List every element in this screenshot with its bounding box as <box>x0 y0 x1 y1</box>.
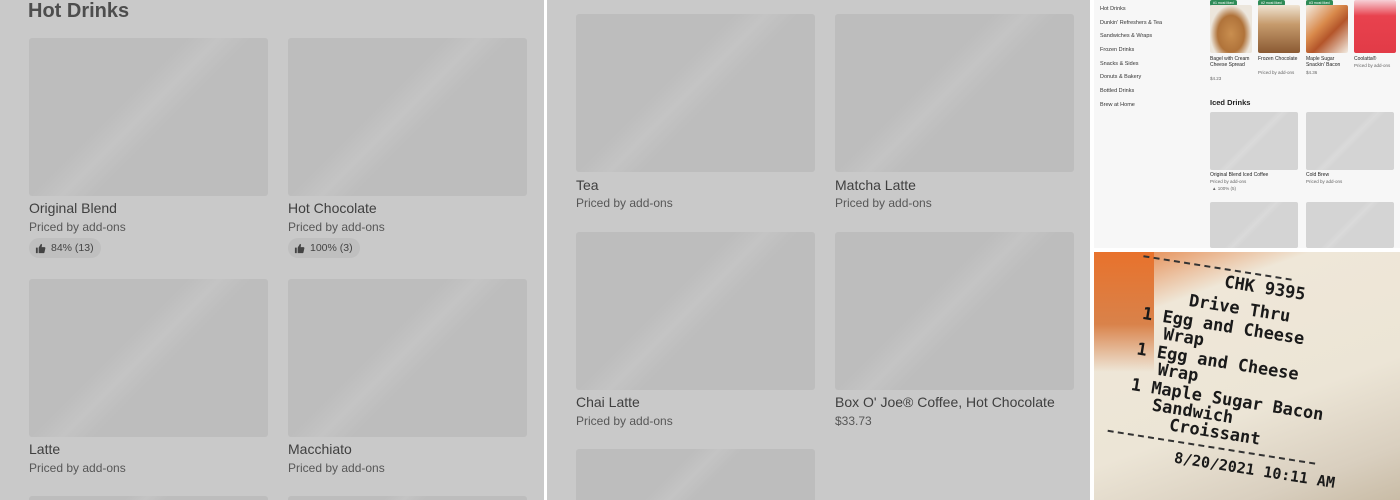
item-image-latte[interactable] <box>29 279 268 437</box>
item-price: Priced by add-ons <box>288 461 385 475</box>
sidebar-item[interactable]: Brew at Home <box>1100 102 1135 108</box>
sidebar-item[interactable]: Bottled Drinks <box>1100 88 1134 94</box>
sidebar-item[interactable]: Hot Drinks <box>1100 6 1126 12</box>
item-price: Priced by add-ons <box>288 220 385 234</box>
item-image-partial[interactable] <box>1210 202 1298 248</box>
item-image-partial[interactable] <box>1306 202 1394 248</box>
item-price: $33.73 <box>835 414 872 428</box>
item-name[interactable]: Original Blend Iced Coffee <box>1210 172 1300 178</box>
item-name[interactable]: Original Blend <box>29 200 117 216</box>
drinks-panel: Tea Priced by add-ons Matcha Latte Price… <box>547 0 1090 500</box>
item-image-partial[interactable] <box>288 496 527 500</box>
item-name[interactable]: Bagel with Cream Cheese Spread <box>1210 56 1254 68</box>
item-name[interactable]: Cold Brew <box>1306 172 1396 178</box>
item-name[interactable]: Tea <box>576 177 599 193</box>
item-name[interactable]: Box O' Joe® Coffee, Hot Chocolate <box>835 394 1055 410</box>
receipt-photo-panel: CHK 9395 Drive Thru 1 Egg and Cheese Wra… <box>1094 252 1400 500</box>
item-price: $4.36 <box>1306 70 1318 75</box>
thumbs-up-icon <box>294 243 305 253</box>
item-image-hot-chocolate[interactable] <box>288 38 527 196</box>
item-price: Priced by add-ons <box>1210 179 1247 184</box>
rating-text: 84% (13) <box>51 242 94 254</box>
item-name[interactable]: Chai Latte <box>576 394 640 410</box>
sidebar-item[interactable]: Sandwiches & Wraps <box>1100 33 1152 39</box>
item-image-cold-brew[interactable] <box>1306 112 1394 170</box>
sidebar-item[interactable]: Dunkin' Refreshers & Tea <box>1100 20 1162 26</box>
item-name[interactable]: Coolatta® <box>1354 56 1398 62</box>
item-name[interactable]: Hot Chocolate <box>288 200 377 216</box>
hot-drinks-panel: Hot Drinks Original Blend Priced by add-… <box>0 0 544 500</box>
section-heading: Iced Drinks <box>1210 98 1251 107</box>
frozen-chocolate-image[interactable] <box>1258 5 1300 53</box>
coolatta-image[interactable] <box>1354 0 1396 53</box>
item-price: Priced by add-ons <box>576 196 673 210</box>
thumbs-up-icon: ▲ <box>1212 186 1217 191</box>
item-name[interactable]: Macchiato <box>288 441 352 457</box>
item-price: Priced by add-ons <box>576 414 673 428</box>
rating-badge: 84% (13) <box>29 238 101 258</box>
bagel-image[interactable] <box>1210 5 1252 53</box>
app-screenshot-panel: Hot Drinks Dunkin' Refreshers & Tea Sand… <box>1094 0 1400 248</box>
sidebar-item[interactable]: Frozen Drinks <box>1100 47 1134 53</box>
sidebar-item[interactable]: Donuts & Bakery <box>1100 74 1141 80</box>
rating-text: 100% (5) <box>1217 186 1236 191</box>
item-name[interactable]: Frozen Chocolate <box>1258 56 1298 62</box>
item-image-partial[interactable] <box>576 449 815 500</box>
item-image-box-o-joe[interactable] <box>835 232 1074 390</box>
item-image-chai-latte[interactable] <box>576 232 815 390</box>
section-title: Hot Drinks <box>28 0 130 22</box>
item-name[interactable]: Latte <box>29 441 60 457</box>
item-image-partial[interactable] <box>29 496 268 500</box>
item-price: Priced by add-ons <box>29 220 126 234</box>
rating-badge: 100% (3) <box>288 238 360 258</box>
item-image-original-blend[interactable] <box>29 38 268 196</box>
screenshot-collage: Hot Drinks Original Blend Priced by add-… <box>0 0 1400 500</box>
item-price: $4.23 <box>1210 76 1222 81</box>
sidebar-item[interactable]: Snacks & Sides <box>1100 61 1139 67</box>
rating-text: 100% (3) <box>310 242 353 254</box>
item-image-macchiato[interactable] <box>288 279 527 437</box>
bacon-image[interactable] <box>1306 5 1348 53</box>
item-price: Priced by add-ons <box>1258 70 1295 75</box>
item-name[interactable]: Maple Sugar Snackin' Bacon <box>1306 56 1350 68</box>
item-price: Priced by add-ons <box>835 196 932 210</box>
item-image-iced-coffee[interactable] <box>1210 112 1298 170</box>
item-name[interactable]: Matcha Latte <box>835 177 916 193</box>
item-price: Priced by add-ons <box>1354 63 1391 68</box>
item-price: Priced by add-ons <box>29 461 126 475</box>
rating-badge: ▲ 100% (5) <box>1212 186 1236 191</box>
item-image-matcha-latte[interactable] <box>835 14 1074 172</box>
item-price: Priced by add-ons <box>1306 179 1343 184</box>
thumbs-up-icon <box>35 243 46 253</box>
item-image-tea[interactable] <box>576 14 815 172</box>
